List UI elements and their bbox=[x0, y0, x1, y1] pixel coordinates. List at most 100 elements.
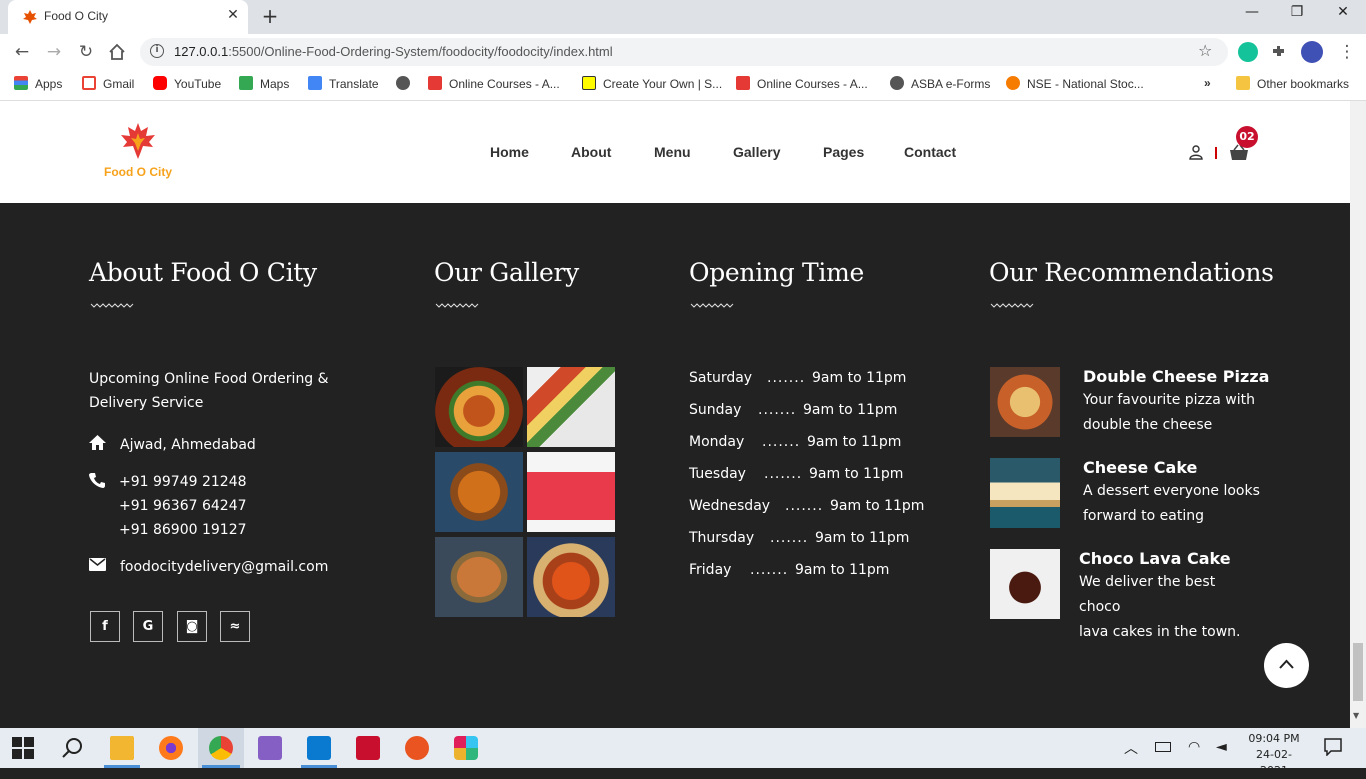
phone-number[interactable]: +91 99749 21248 bbox=[119, 470, 247, 494]
forward-icon[interactable]: → bbox=[43, 42, 65, 62]
nav-contact[interactable]: Contact bbox=[904, 144, 956, 160]
volume-icon[interactable]: ◄ bbox=[1216, 739, 1227, 755]
site-logo[interactable]: Food O City bbox=[100, 119, 180, 181]
maximize-button[interactable]: ❐ bbox=[1277, 4, 1317, 28]
bookmark-online-courses-2[interactable]: Online Courses - A... bbox=[736, 76, 868, 94]
bookmark-nse[interactable]: NSE - National Stoc... bbox=[1006, 76, 1144, 94]
ubuntu-icon[interactable] bbox=[405, 736, 429, 760]
chrome-icon[interactable] bbox=[209, 736, 233, 760]
recommendation-title[interactable]: Cheese Cake bbox=[1083, 458, 1197, 477]
close-tab-icon[interactable]: ✕ bbox=[224, 7, 242, 25]
dots-separator: ....... bbox=[762, 434, 801, 450]
wifi-icon[interactable]: ◠ bbox=[1188, 739, 1200, 755]
hours-text: 9am to 11pm bbox=[803, 402, 898, 418]
rss-icon[interactable]: ≈ bbox=[220, 611, 250, 642]
search-icon[interactable] bbox=[61, 736, 85, 760]
gallery-image-rice-dish[interactable] bbox=[435, 537, 523, 617]
gallery-image-burger[interactable] bbox=[435, 367, 523, 447]
firefox-icon[interactable] bbox=[159, 736, 183, 760]
about-description-line1: Upcoming Online Food Ordering & bbox=[89, 371, 329, 387]
hours-text: 9am to 11pm bbox=[807, 434, 902, 450]
scroll-down-arrow-icon[interactable]: ▼ bbox=[1353, 711, 1359, 720]
more-bookmarks-chevron-icon[interactable]: » bbox=[1204, 76, 1211, 94]
about-description-line2: Delivery Service bbox=[89, 395, 204, 411]
slack-icon[interactable] bbox=[454, 736, 478, 760]
browser-tab[interactable]: Food O City ✕ bbox=[8, 0, 248, 34]
chevron-up-tray-icon[interactable]: ︿ bbox=[1124, 738, 1138, 758]
recommendation-title[interactable]: Choco Lava Cake bbox=[1079, 549, 1231, 568]
address-bar[interactable]: i 127.0.0.1:5500/Online-Food-Ordering-Sy… bbox=[140, 38, 1228, 66]
visual-studio-icon[interactable] bbox=[258, 736, 282, 760]
bookmark-online-courses-1[interactable]: Online Courses - A... bbox=[428, 76, 560, 94]
close-window-button[interactable]: ✕ bbox=[1323, 4, 1363, 28]
url-text: 127.0.0.1:5500/Online-Food-Ordering-Syst… bbox=[174, 44, 613, 59]
notifications-icon[interactable] bbox=[1324, 738, 1342, 756]
back-icon[interactable]: ← bbox=[11, 42, 33, 62]
instagram-icon[interactable]: ◙ bbox=[177, 611, 207, 642]
recommendation-image-choco-lava-cake[interactable] bbox=[990, 549, 1060, 619]
gallery-image-paneer-curry[interactable] bbox=[527, 537, 615, 617]
vscode-icon[interactable] bbox=[307, 736, 331, 760]
battery-icon[interactable] bbox=[1155, 742, 1171, 752]
scroll-to-top-button[interactable] bbox=[1264, 643, 1309, 688]
page-scrollbar[interactable]: ▼ bbox=[1350, 101, 1366, 728]
scrollbar-thumb[interactable] bbox=[1353, 643, 1363, 701]
gallery-image-kebab-skewers[interactable] bbox=[527, 367, 615, 447]
new-tab-button[interactable]: + bbox=[258, 4, 282, 28]
site-footer: About Food O City Upcoming Online Food O… bbox=[0, 203, 1350, 728]
minimize-button[interactable]: — bbox=[1232, 4, 1272, 28]
grammarly-icon[interactable] bbox=[1238, 42, 1258, 62]
phone-number[interactable]: +91 96367 64247 bbox=[119, 494, 247, 518]
phone-number[interactable]: +91 86900 19127 bbox=[119, 518, 247, 542]
facebook-icon[interactable]: f bbox=[90, 611, 120, 642]
recommendation-description: Your favourite pizza with double the che… bbox=[1083, 388, 1263, 438]
day-label: Monday bbox=[689, 434, 745, 450]
windows-start-icon[interactable] bbox=[12, 737, 34, 759]
dots-separator: ....... bbox=[758, 402, 797, 418]
tab-title: Food O City bbox=[44, 9, 109, 23]
extensions-icon[interactable] bbox=[1270, 43, 1288, 61]
reload-icon[interactable]: ↻ bbox=[75, 42, 97, 62]
browser-menu-icon[interactable]: ⋮ bbox=[1336, 42, 1358, 62]
bookmark-youtube[interactable]: YouTube bbox=[153, 76, 221, 94]
recommendation-description-line1: Your favourite pizza with bbox=[1083, 392, 1255, 408]
email-link[interactable]: foodocitydelivery@gmail.com bbox=[120, 555, 328, 579]
nav-about[interactable]: About bbox=[571, 144, 611, 160]
google-icon[interactable]: G bbox=[133, 611, 163, 642]
bookmark-translate[interactable]: Translate bbox=[308, 76, 379, 94]
site-header: Food O City Home About Menu Gallery Page… bbox=[0, 101, 1350, 203]
bookmark-apps[interactable]: Apps bbox=[14, 76, 62, 94]
recommendation-title[interactable]: Double Cheese Pizza bbox=[1083, 367, 1269, 386]
bookmark-maps[interactable]: Maps bbox=[239, 76, 289, 94]
dots-separator: ....... bbox=[785, 498, 824, 514]
nav-gallery[interactable]: Gallery bbox=[733, 144, 780, 160]
gallery-image-curry-bowl[interactable] bbox=[435, 452, 523, 532]
bookmark-globe[interactable] bbox=[396, 76, 417, 94]
file-explorer-icon[interactable] bbox=[110, 736, 134, 760]
home-icon[interactable] bbox=[108, 43, 126, 61]
gallery-image-red-drink[interactable] bbox=[527, 452, 615, 532]
acrobat-icon[interactable] bbox=[356, 736, 380, 760]
squiggle-divider-icon bbox=[90, 303, 134, 308]
user-account-icon[interactable] bbox=[1188, 144, 1204, 160]
day-label: Tuesday bbox=[689, 466, 746, 482]
day-label: Sunday bbox=[689, 402, 742, 418]
nav-menu[interactable]: Menu bbox=[654, 144, 691, 160]
site-info-icon[interactable]: i bbox=[150, 44, 164, 58]
bookmark-star-icon[interactable]: ☆ bbox=[1198, 41, 1212, 60]
recommendation-image-pizza[interactable] bbox=[990, 367, 1060, 437]
phone-icon bbox=[89, 473, 105, 488]
cart-divider bbox=[1215, 147, 1217, 159]
opening-heading: Opening Time bbox=[689, 258, 865, 287]
profile-avatar[interactable] bbox=[1301, 41, 1323, 63]
hours-text: 9am to 11pm bbox=[809, 466, 904, 482]
other-bookmarks[interactable]: Other bookmarks bbox=[1236, 76, 1349, 94]
nav-home[interactable]: Home bbox=[490, 144, 529, 160]
bookmark-gmail[interactable]: Gmail bbox=[82, 76, 134, 94]
taskbar-clock[interactable]: 09:04 PM 24-02-2021 bbox=[1244, 731, 1304, 779]
bookmark-create-your-own[interactable]: Create Your Own | S... bbox=[582, 76, 722, 94]
logo-text: Food O City bbox=[104, 165, 172, 179]
recommendation-image-cheese-cake[interactable] bbox=[990, 458, 1060, 528]
nav-pages[interactable]: Pages bbox=[823, 144, 864, 160]
bookmark-asba[interactable]: ASBA e-Forms bbox=[890, 76, 990, 94]
